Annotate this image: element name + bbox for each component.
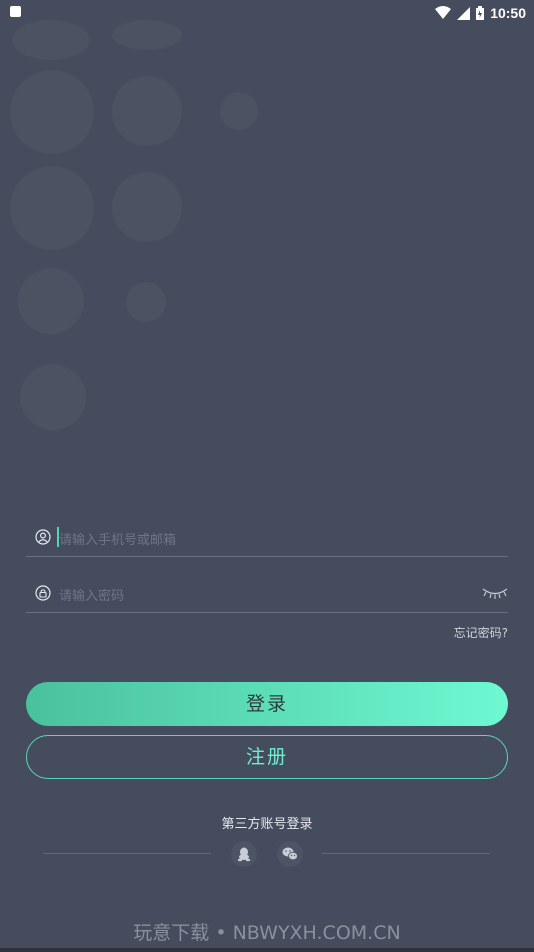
wifi-icon: [435, 6, 452, 19]
third-party-login-title: 第三方账号登录: [221, 817, 313, 832]
wechat-login-button[interactable]: [277, 841, 303, 867]
navigation-bar: [0, 948, 534, 952]
eye-closed-icon[interactable]: [482, 586, 508, 600]
account-field[interactable]: 请输入手机号或邮箱: [26, 522, 508, 557]
user-icon: [35, 529, 51, 545]
password-input[interactable]: 请输入密码: [59, 585, 124, 604]
register-button[interactable]: 注册: [26, 735, 508, 779]
qq-login-button[interactable]: [231, 841, 257, 867]
status-time: 10:50: [490, 5, 526, 21]
notification-app-icon: [10, 6, 21, 17]
watermark-text: 玩意下载 • NBWYXH.COM.CN: [133, 922, 401, 944]
account-input[interactable]: 请输入手机号或邮箱: [59, 529, 176, 548]
login-button[interactable]: 登录: [26, 682, 508, 726]
status-bar: 10:50: [0, 0, 534, 26]
divider-right: [322, 853, 490, 854]
lock-icon: [35, 585, 51, 601]
forgot-password-link[interactable]: 忘记密码?: [454, 624, 508, 641]
qq-icon: [237, 847, 251, 862]
divider-left: [43, 853, 211, 854]
status-icons: 10:50: [435, 3, 526, 23]
wechat-icon: [282, 847, 298, 861]
password-field[interactable]: 请输入密码: [26, 578, 508, 613]
signal-icon: [457, 6, 471, 20]
battery-icon: [476, 6, 485, 20]
